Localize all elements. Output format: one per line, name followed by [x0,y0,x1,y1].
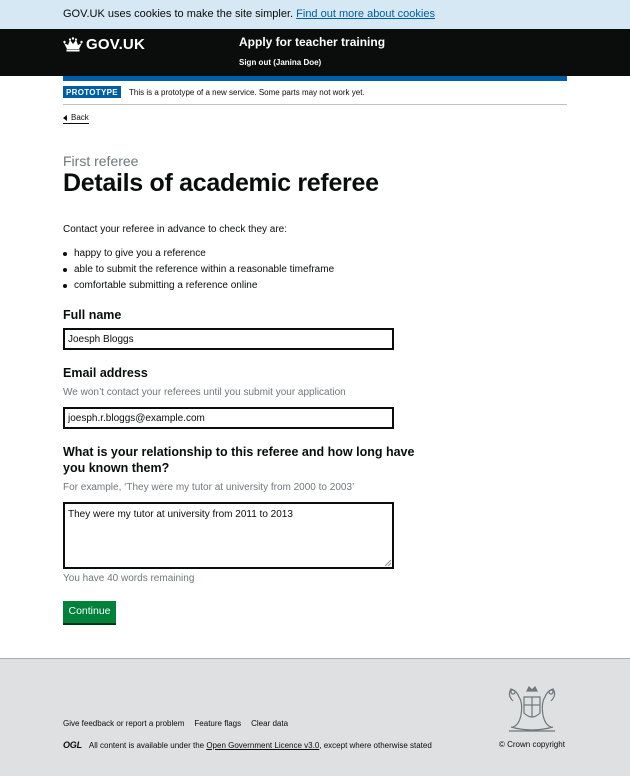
word-count-message: You have 40 words remaining [63,573,195,584]
logo-text: GOV.UK [86,35,145,53]
royal-coat-of-arms-icon [508,685,556,732]
relationship-value: They were my tutor at university from 20… [68,509,293,520]
phase-tag: PROTOTYPE [63,86,121,98]
feature-flags-link[interactable]: Feature flags [194,719,241,728]
relationship-hint: For example, ‘They were my tutor at univ… [63,482,355,493]
list-item: happy to give you a reference [63,246,334,262]
header-stripe [63,76,567,81]
footer-links: Give feedback or report a problem Featur… [63,719,288,728]
sign-out-link[interactable]: Sign out (Janina Doe) [239,58,321,67]
ogl-logo-icon: OGL [63,740,82,750]
licence-suffix: , except where otherwise stated [319,740,432,750]
licence-row: OGL All content is available under the O… [63,740,432,750]
relationship-label-line1: What is your relationship to this refere… [63,445,415,459]
resize-handle-icon[interactable] [385,560,391,566]
back-link-label: Back [71,113,89,122]
clear-data-link[interactable]: Clear data [251,719,288,728]
licence-link[interactable]: Open Government Licence v3.0 [206,741,319,750]
licence-prefix: All content is available under the [88,740,205,750]
crown-copyright-link[interactable]: © Crown copyright [499,740,565,749]
govuk-logo-link[interactable]: GOV.UK [63,35,145,53]
phase-banner-text: This is a prototype of a new service. So… [129,88,365,97]
list-item: comfortable submitting a reference onlin… [63,278,334,294]
intro-text: Contact your referee in advance to check… [63,224,288,235]
page-title: Details of academic referee [63,169,379,197]
cookie-banner-text: GOV.UK uses cookies to make the site sim… [63,8,294,20]
cookie-message: GOV.UK uses cookies to make the site sim… [63,8,435,20]
back-link[interactable]: Back [63,113,89,124]
site-header: GOV.UK Apply for teacher training Sign o… [0,29,630,76]
cookie-banner: GOV.UK uses cookies to make the site sim… [0,0,630,29]
site-footer: Give feedback or report a problem Featur… [0,658,630,776]
cookie-info-link[interactable]: Find out more about cookies [296,8,435,20]
phase-banner: PROTOTYPE This is a prototype of a new s… [63,85,567,105]
requirements-list: happy to give you a reference able to su… [63,246,334,294]
page-caption: First referee [63,153,139,169]
continue-button[interactable]: Continue [63,601,116,623]
relationship-label-line2: you known them? [63,461,170,475]
relationship-textarea[interactable]: They were my tutor at university from 20… [63,502,394,569]
email-field[interactable]: joesph.r.bloggs@example.com [63,407,394,429]
email-label: Email address [63,366,148,380]
back-arrow-icon [63,115,67,121]
feedback-link[interactable]: Give feedback or report a problem [63,719,184,728]
list-item: able to submit the reference within a re… [63,262,334,278]
email-hint: We won’t contact your referees until you… [63,387,346,398]
full-name-field[interactable]: Joesph Bloggs [63,328,394,350]
crown-icon [63,36,83,51]
full-name-label: Full name [63,308,122,322]
service-name-link[interactable]: Apply for teacher training [239,35,385,49]
